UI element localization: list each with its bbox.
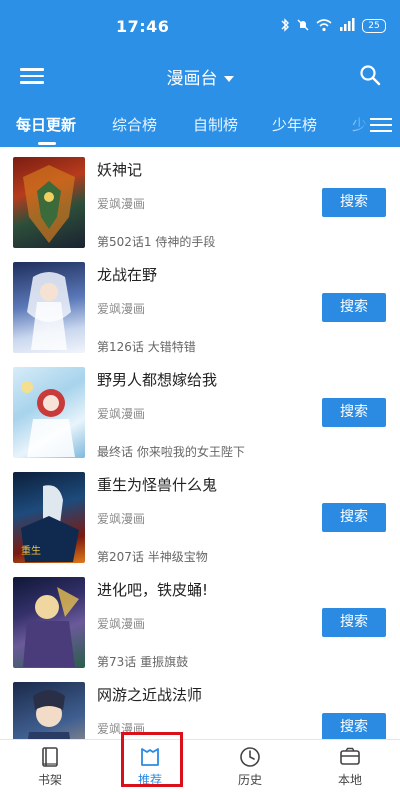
latest-chapter: 第207话 半神级宝物 — [97, 550, 208, 564]
cover-image[interactable] — [13, 157, 85, 248]
search-button[interactable]: 搜索 — [322, 398, 386, 427]
comic-title[interactable]: 重生为怪兽什么鬼 — [97, 474, 217, 495]
list-item[interactable]: 进化吧，铁皮蛹! 爱飒漫画 第73话 重振旗鼓 搜索 — [0, 567, 400, 673]
bottom-tab-local[interactable]: 本地 — [300, 740, 400, 792]
comic-source: 爱飒漫画 — [97, 407, 146, 421]
tab-shonen-rank[interactable]: 少年榜 — [272, 114, 317, 135]
list-item[interactable]: 网游之近战法师 爱飒漫画 搜索 — [0, 672, 400, 739]
bottom-navigation: 书架 推荐 历史 本地 — [0, 739, 400, 792]
latest-chapter: 最终话 你来啦我的女王陛下 — [97, 445, 245, 459]
category-tabs: 每日更新 综合榜 自制榜 少年榜 少 — [0, 104, 400, 147]
comic-list: 妖神记 爱飒漫画 第502话1 侍神的手段 搜索 龙战在野 爱飒漫画 第126话… — [0, 147, 400, 739]
search-button[interactable]: 搜索 — [322, 503, 386, 532]
search-button[interactable]: 搜索 — [322, 608, 386, 637]
search-button[interactable]: 搜索 — [322, 713, 386, 739]
bottom-tab-history[interactable]: 历史 — [200, 740, 300, 792]
comic-title[interactable]: 进化吧，铁皮蛹! — [97, 579, 208, 600]
search-button[interactable]: 搜索 — [322, 188, 386, 217]
list-item[interactable]: 妖神记 爱飒漫画 第502话1 侍神的手段 搜索 — [0, 147, 400, 253]
comic-title[interactable]: 野男人都想嫁给我 — [97, 369, 217, 390]
tab-indicator — [38, 142, 56, 145]
cover-image[interactable] — [13, 262, 85, 353]
tab-overall-rank[interactable]: 综合榜 — [112, 114, 157, 135]
list-item[interactable]: 龙战在野 爱飒漫画 第126话 大错特错 搜索 — [0, 252, 400, 358]
latest-chapter: 第126话 大错特错 — [97, 340, 196, 354]
search-button[interactable]: 搜索 — [322, 293, 386, 322]
list-item[interactable]: 野男人都想嫁给我 爱飒漫画 最终话 你来啦我的女王陛下 搜索 — [0, 357, 400, 463]
list-item[interactable]: 重生 重生为怪兽什么鬼 爱飒漫画 第207话 半神级宝物 搜索 — [0, 462, 400, 568]
cover-image[interactable]: 重生 — [13, 472, 85, 563]
comic-title[interactable]: 网游之近战法师 — [97, 684, 202, 705]
battery-icon: 25 — [362, 19, 386, 33]
highlight-annotation-box — [121, 732, 183, 787]
cover-image[interactable] — [13, 682, 85, 739]
cover-image[interactable] — [13, 577, 85, 668]
comic-source: 爱飒漫画 — [97, 512, 146, 526]
bottom-tab-bookshelf[interactable]: 书架 — [0, 740, 100, 792]
bottom-tab-label: 历史 — [237, 773, 262, 787]
system-icons: 25 — [280, 16, 386, 36]
svg-text:重生: 重生 — [21, 544, 41, 557]
comic-source: 爱飒漫画 — [97, 617, 146, 631]
status-time: 17:46 — [116, 17, 170, 36]
clock-icon — [238, 745, 262, 769]
latest-chapter: 第73话 重振旗鼓 — [97, 655, 189, 669]
nav-bar: 漫画台 — [0, 52, 400, 100]
bottom-tab-label: 书架 — [37, 773, 62, 787]
bottom-tab-label: 本地 — [337, 773, 362, 787]
wifi-icon — [316, 17, 332, 36]
tab-more-icon[interactable] — [370, 114, 392, 134]
tab-daily-update[interactable]: 每日更新 — [16, 114, 76, 135]
bluetooth-icon — [280, 17, 290, 36]
cover-image[interactable] — [13, 367, 85, 458]
comic-source: 爱飒漫画 — [97, 197, 146, 211]
comic-title[interactable]: 龙战在野 — [97, 264, 157, 285]
local-icon — [338, 745, 362, 769]
status-bar: 17:46 25 — [0, 0, 400, 52]
tab-original-rank[interactable]: 自制榜 — [193, 114, 238, 135]
comic-source: 爱飒漫画 — [97, 302, 146, 316]
page-title: 漫画台 — [166, 69, 218, 89]
book-icon — [38, 745, 62, 769]
caret-down-icon — [223, 76, 234, 82]
app-header: 17:46 25 漫画台 每日更新 综合榜 自制榜 少年榜 — [0, 0, 400, 147]
source-selector[interactable]: 漫画台 — [0, 64, 400, 89]
comic-title[interactable]: 妖神记 — [97, 159, 142, 180]
latest-chapter: 第502话1 侍神的手段 — [97, 235, 216, 249]
signal-icon — [338, 17, 356, 36]
mute-icon — [296, 17, 310, 36]
search-icon[interactable] — [358, 63, 382, 87]
